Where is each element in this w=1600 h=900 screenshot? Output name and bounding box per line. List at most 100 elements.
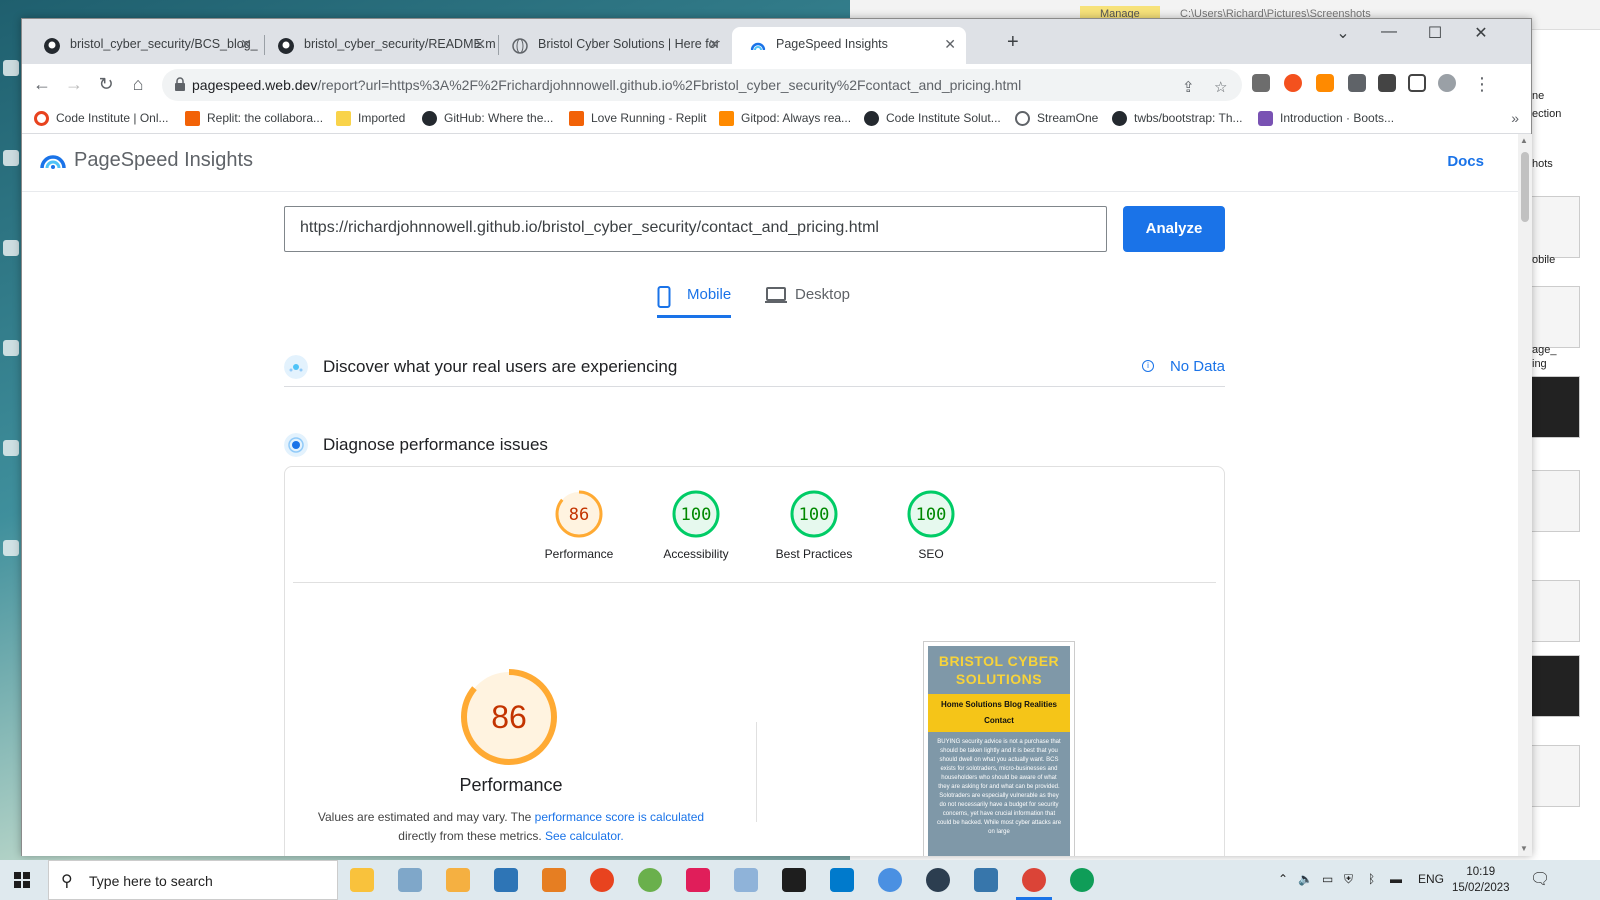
tab-desktop[interactable]: Desktop (765, 286, 850, 318)
screenshot-thumbnail[interactable] (1530, 580, 1580, 642)
volume-icon[interactable]: 🔈 (1298, 872, 1313, 886)
app-icon[interactable] (494, 868, 518, 892)
minimize-icon[interactable]: — (1366, 23, 1412, 41)
bluetooth-icon[interactable]: ᛒ (1368, 872, 1375, 886)
close-window-icon[interactable]: ✕ (1458, 23, 1504, 43)
address-bar[interactable]: pagespeed.web.dev/report?url=https%3A%2F… (162, 69, 1242, 101)
notifications-icon[interactable]: 🗨 (1530, 869, 1550, 889)
browser-toolbar: ← → ↻ ⌂ pagespeed.web.dev/report?url=htt… (22, 64, 1531, 106)
analyze-button[interactable]: Analyze (1123, 206, 1225, 252)
app-icon[interactable] (398, 868, 422, 892)
close-tab-icon[interactable]: ✕ (708, 36, 720, 53)
maximize-icon[interactable]: ☐ (1412, 23, 1458, 43)
network-icon[interactable]: ▭ (1322, 872, 1333, 886)
tab-pagespeed[interactable]: PageSpeed Insights ✕ (732, 27, 966, 64)
desktop-shortcut-icon[interactable] (3, 440, 19, 456)
profile-avatar-icon[interactable] (1438, 74, 1456, 92)
bookmark-item[interactable]: Love Running - Replit (569, 111, 706, 126)
reload-icon[interactable]: ↻ (94, 72, 118, 96)
screenshot-thumbnail[interactable] (1530, 376, 1580, 438)
docs-link[interactable]: Docs (1447, 153, 1484, 170)
back-icon[interactable]: ← (30, 72, 54, 96)
bookmark-item[interactable]: GitHub: Where the... (422, 111, 553, 126)
bookmark-item[interactable]: StreamOne (1015, 111, 1098, 126)
screenshot-thumbnail[interactable] (1530, 745, 1580, 807)
app-icon[interactable] (734, 868, 758, 892)
bookmark-item[interactable]: Introduction · Boots... (1258, 111, 1394, 126)
lab-flask-icon[interactable] (1378, 74, 1396, 92)
desktop-shortcut-icon[interactable] (3, 150, 19, 166)
tray-expand-icon[interactable]: ⌃ (1278, 872, 1288, 886)
no-data-link[interactable]: i No Data (1141, 358, 1225, 375)
file-explorer-icon[interactable] (350, 868, 374, 892)
vscode-icon[interactable] (830, 868, 854, 892)
close-tab-icon[interactable]: ✕ (240, 36, 252, 53)
scroll-thumb[interactable] (1521, 152, 1529, 222)
home-icon[interactable]: ⌂ (126, 72, 150, 96)
python-icon[interactable] (974, 868, 998, 892)
bookmark-item[interactable]: Code Institute Solut... (864, 111, 1001, 126)
taskbar-search[interactable]: ⚲ Type here to search (48, 860, 338, 900)
edge-icon[interactable] (1070, 868, 1094, 892)
language-indicator[interactable]: ENG (1418, 872, 1444, 886)
screenshot-thumbnail[interactable] (1530, 470, 1580, 532)
screenshot-thumbnail[interactable] (1530, 196, 1580, 258)
media-player-icon[interactable] (542, 868, 566, 892)
gauge-value: 86 (569, 505, 589, 525)
url-input[interactable]: https://richardjohnnowell.github.io/bris… (284, 206, 1107, 252)
slack-icon[interactable] (686, 868, 710, 892)
lock-app-icon[interactable] (926, 868, 950, 892)
share-icon[interactable]: ⇪ (1182, 78, 1195, 96)
puzzle-icon[interactable] (1348, 74, 1366, 92)
gitpod-extension-icon[interactable] (1316, 74, 1334, 92)
desktop-shortcut-icon[interactable] (3, 240, 19, 256)
side-panel-icon[interactable] (1408, 74, 1426, 92)
bookmark-item[interactable]: Imported (336, 111, 405, 126)
screenshot-thumbnail[interactable] (1530, 655, 1580, 717)
lock-icon[interactable] (174, 77, 186, 91)
system-clock[interactable]: 10:19 15/02/2023 (1452, 864, 1510, 896)
app-icon[interactable] (446, 868, 470, 892)
more-bookmarks-icon[interactable]: » (1511, 110, 1519, 126)
firefox-icon[interactable] (590, 868, 614, 892)
forward-icon[interactable]: → (62, 72, 86, 96)
extension-icon[interactable] (1252, 74, 1270, 92)
app-icon[interactable] (878, 868, 902, 892)
score-gauge-performance[interactable]: 86 Performance (519, 489, 639, 561)
screenshot-thumbnail[interactable] (1530, 286, 1580, 348)
chrome-icon[interactable] (1022, 868, 1046, 892)
desktop-icons (0, 0, 22, 860)
more-menu-icon[interactable]: ⋮ (1470, 72, 1494, 96)
gauge-ring-icon: 86 (555, 490, 603, 538)
windows-start-icon[interactable] (14, 872, 30, 888)
bookmark-item[interactable]: Code Institute | Onl... (34, 111, 169, 126)
app-icon[interactable] (638, 868, 662, 892)
scroll-down-icon[interactable]: ▼ (1520, 844, 1528, 853)
extension-icon[interactable] (1284, 74, 1302, 92)
scroll-up-icon[interactable]: ▲ (1520, 136, 1528, 145)
terminal-icon[interactable] (782, 868, 806, 892)
score-gauge-best-practices[interactable]: 100 Best Practices (754, 489, 874, 561)
score-gauge-accessibility[interactable]: 100 Accessibility (636, 489, 756, 561)
see-calculator-link[interactable]: See calculator. (545, 829, 624, 843)
bookmark-item[interactable]: Gitpod: Always rea... (719, 111, 851, 126)
security-icon[interactable]: ⛨ (1344, 872, 1353, 887)
tab-mobile[interactable]: Mobile (657, 286, 731, 318)
battery-icon[interactable]: ▬ (1390, 872, 1402, 886)
score-gauge-seo[interactable]: 100 SEO (871, 489, 991, 561)
tab-bcs-blog[interactable]: bristol_cyber_security/BCS_blog_ ✕ (26, 27, 262, 64)
new-tab-icon[interactable]: + (1007, 31, 1019, 54)
tab-search-icon[interactable]: ⌄ (1320, 23, 1366, 43)
desktop-shortcut-icon[interactable] (3, 60, 19, 76)
tab-readme[interactable]: bristol_cyber_security/README.m ✕ (260, 27, 496, 64)
bookmark-item[interactable]: Replit: the collabora... (185, 111, 323, 126)
score-calculated-link[interactable]: performance score is calculated (535, 810, 704, 824)
desktop-shortcut-icon[interactable] (3, 540, 19, 556)
page-scrollbar[interactable]: ▲ ▼ (1518, 134, 1532, 856)
tab-bristol-cyber[interactable]: Bristol Cyber Solutions | Here for ✕ (494, 27, 730, 64)
desktop-shortcut-icon[interactable] (3, 340, 19, 356)
bookmark-item[interactable]: twbs/bootstrap: Th... (1112, 111, 1243, 126)
bookmark-star-icon[interactable]: ☆ (1214, 78, 1227, 96)
close-tab-icon[interactable]: ✕ (944, 36, 956, 53)
close-tab-icon[interactable]: ✕ (474, 36, 486, 53)
